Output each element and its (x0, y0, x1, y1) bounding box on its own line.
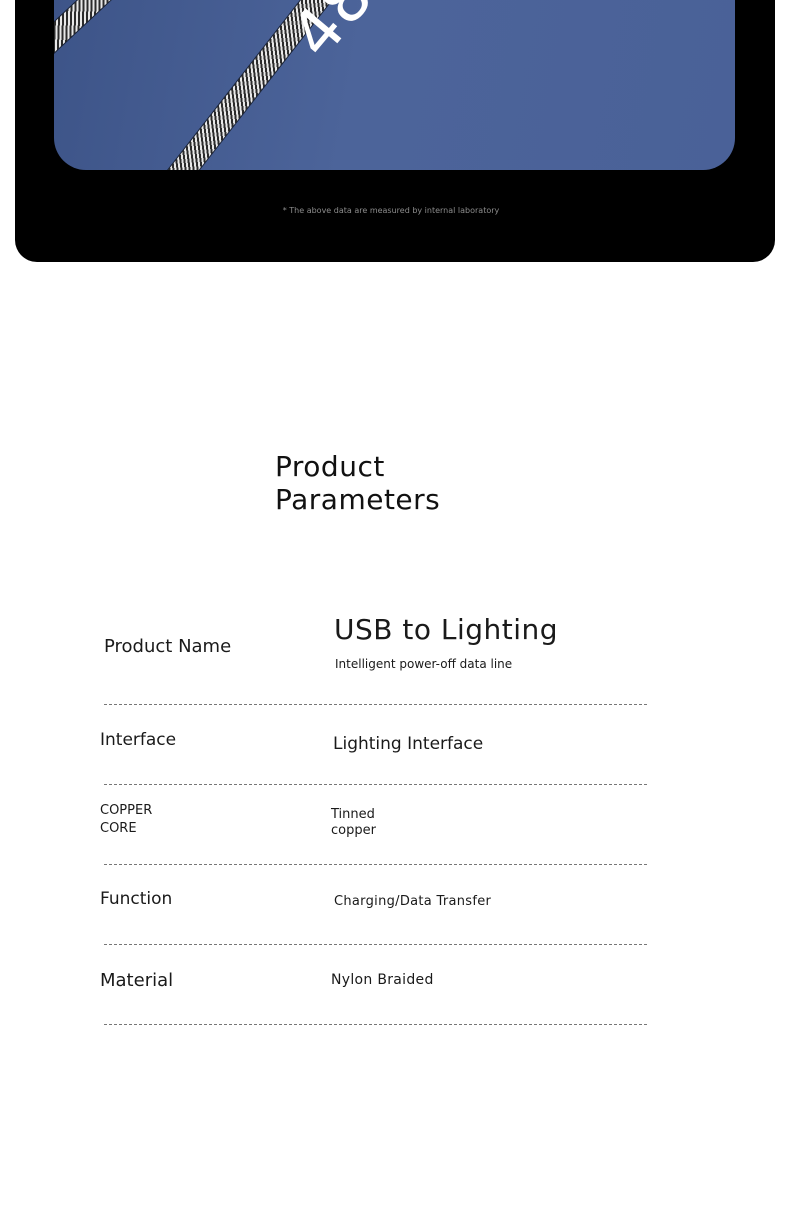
param-label-interface: Interface (100, 730, 177, 750)
param-label-product-name: Product Name (104, 636, 232, 657)
param-label-copper-core: COPPER CORE (100, 802, 180, 838)
param-value-interface: Lighting Interface (333, 734, 484, 754)
param-label-material: Material (100, 970, 174, 991)
row-divider (104, 1024, 647, 1025)
param-sub-product-name: Intelligent power-off data line (335, 657, 513, 671)
parameters-table: Product Name USB to Lighting Intelligent… (0, 0, 790, 1224)
param-value-function: Charging/Data Transfer (334, 894, 492, 909)
param-label-function: Function (100, 889, 173, 909)
param-label-copper-core-line2: CORE (100, 821, 137, 836)
row-divider (104, 704, 647, 705)
row-divider (104, 784, 647, 785)
row-divider (104, 864, 647, 865)
param-value-copper-core: Tinned copper (331, 807, 411, 839)
param-value-copper-core-line1: Tinned (331, 807, 375, 822)
param-value-product-name: USB to Lighting (334, 613, 559, 646)
row-divider (104, 944, 647, 945)
param-value-material: Nylon Braided (331, 972, 434, 988)
param-value-copper-core-line2: copper (331, 823, 376, 838)
param-label-copper-core-line1: COPPER (100, 803, 153, 818)
